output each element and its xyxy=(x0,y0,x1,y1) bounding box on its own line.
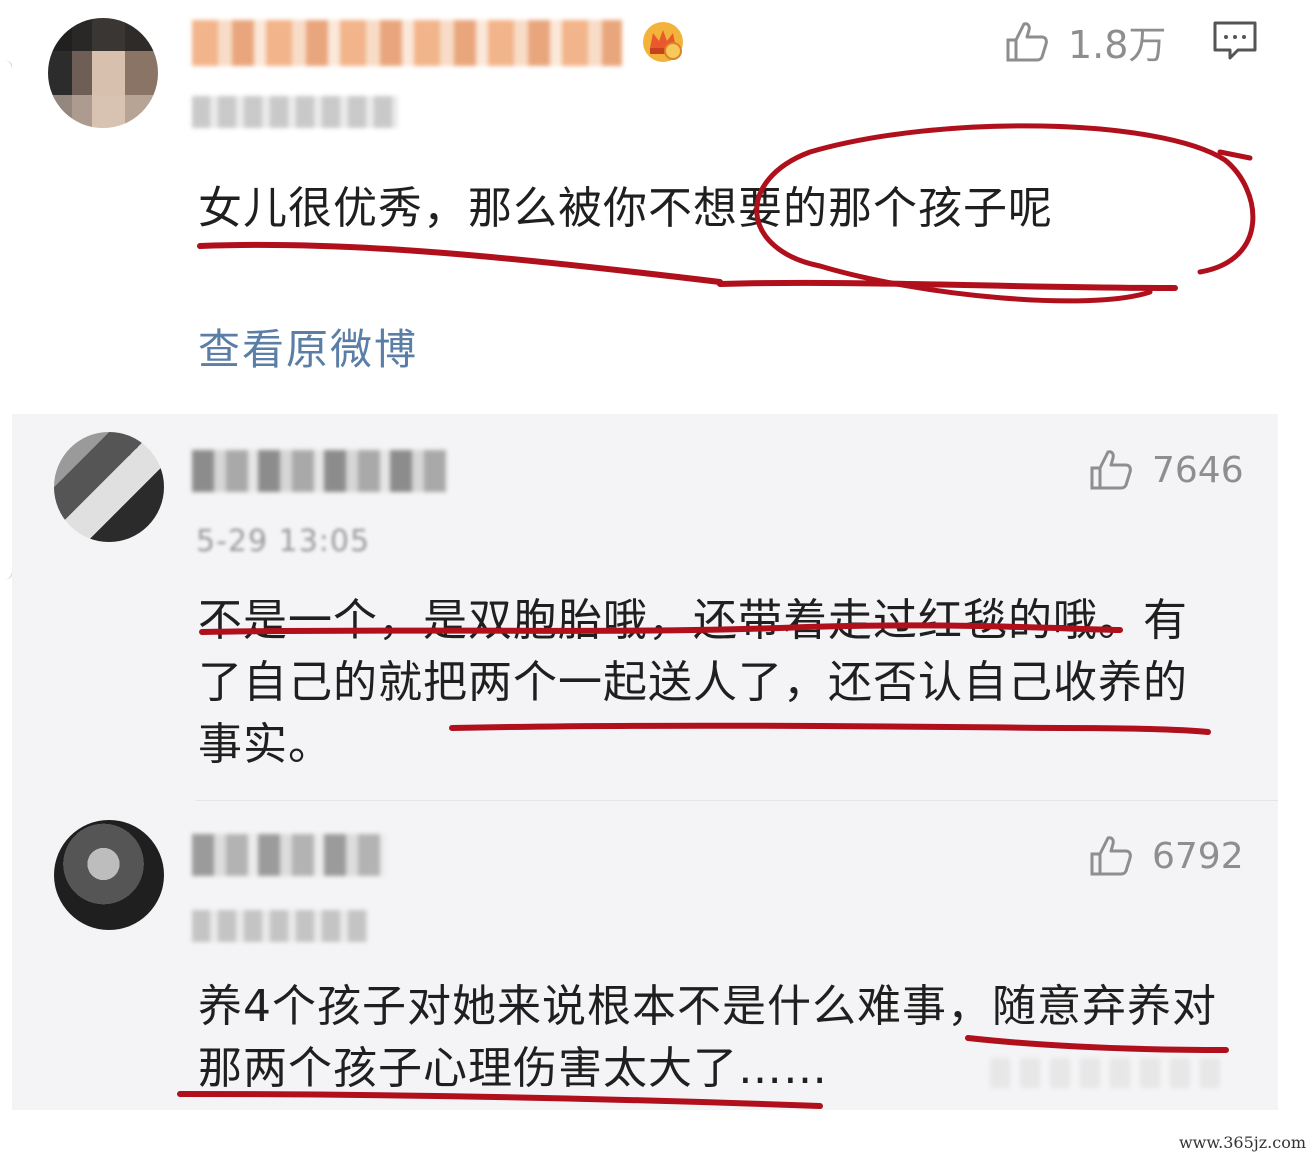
username-blurred[interactable] xyxy=(192,834,386,876)
comment-bubble-icon[interactable] xyxy=(1212,20,1258,62)
like-count: 7646 xyxy=(1152,449,1244,491)
avatar[interactable] xyxy=(54,432,164,542)
like-count: 1.8万 xyxy=(1068,23,1167,67)
crown-badge-icon xyxy=(643,22,683,62)
reply-timestamp: 5-29 13:05 xyxy=(196,524,371,559)
thumbs-up-icon xyxy=(1006,21,1048,61)
avatar[interactable] xyxy=(48,18,158,128)
thumbs-up-icon xyxy=(1090,836,1132,876)
like-count: 6792 xyxy=(1152,835,1244,877)
view-original-weibo-link[interactable]: 查看原微博 xyxy=(198,316,418,377)
timestamp-blurred xyxy=(192,910,368,942)
timestamp-blurred xyxy=(192,96,398,128)
reply-divider xyxy=(196,800,1278,801)
faint-watermark xyxy=(990,1058,1230,1088)
like-button[interactable]: 7646 xyxy=(1088,448,1244,492)
comment-text: 女儿很优秀，那么被你不想要的那个孩子呢 xyxy=(198,183,1053,234)
like-button[interactable]: 1.8万 xyxy=(1004,14,1166,69)
site-watermark: www.365jz.com xyxy=(1178,1133,1306,1152)
like-button[interactable]: 6792 xyxy=(1088,834,1244,878)
thumbs-up-icon xyxy=(1090,450,1132,490)
username-blurred[interactable] xyxy=(192,450,446,492)
username-blurred[interactable] xyxy=(192,20,622,66)
avatar[interactable] xyxy=(54,820,164,930)
reply-text: 不是一个，是双胞胎哦，还带着走过红毯的哦。有了自己的就把两个一起送人了，还否认自… xyxy=(198,595,1188,770)
